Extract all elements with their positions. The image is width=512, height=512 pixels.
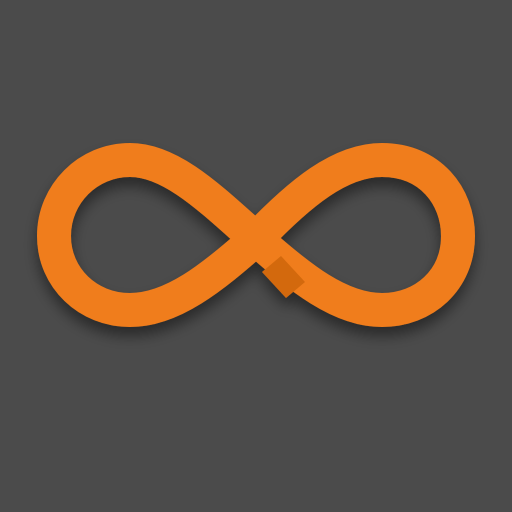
infinity-loop-stroke (37, 143, 475, 327)
infinity-loop (37, 143, 475, 327)
infinity-icon (37, 143, 475, 327)
app-icon-background (0, 0, 512, 512)
